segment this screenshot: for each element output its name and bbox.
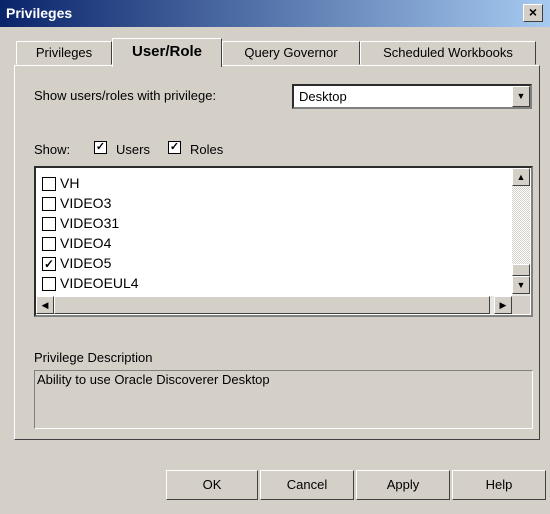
title-bar [0,0,550,27]
item-label: VIDEO31 [60,215,120,231]
tab-scheduled-workbooks[interactable]: Scheduled Workbooks [360,41,536,65]
description-text: Ability to use Oracle Discoverer Desktop [37,372,270,387]
item-label: VH [60,175,80,191]
button-label: Help [485,477,513,492]
description-box: Ability to use Oracle Discoverer Desktop [34,370,533,429]
privilege-select-value: Desktop [299,89,347,104]
tab-label: User/Role [131,43,203,60]
item-checkbox[interactable] [42,277,56,291]
button-label: Apply [386,477,420,492]
horizontal-scrollbar[interactable]: ◀ ▶ [36,296,512,314]
cancel-button[interactable]: Cancel [260,470,354,500]
scroll-right-icon[interactable]: ▶ [494,296,512,314]
tab-label: Query Governor [244,45,338,60]
item-label: VIDEO4 [60,235,112,251]
user-role-list[interactable]: VH VIDEO3 VIDEO31 VIDEO4 ✓ VIDEO5 VIDEOE… [34,166,533,317]
item-label: VIDEOEUL4 [60,275,139,291]
item-label: VIDEO3 [60,195,112,211]
item-checkbox[interactable] [42,197,56,211]
description-label: Privilege Description [34,350,153,365]
ok-button[interactable]: OK [166,470,258,500]
help-button[interactable]: Help [452,470,546,500]
privilege-select[interactable]: Desktop ▼ [292,84,532,109]
scroll-up-icon[interactable]: ▲ [512,168,530,186]
scroll-down-icon[interactable]: ▼ [512,276,530,294]
item-label: VIDEO5 [60,255,112,271]
tab-query-governor[interactable]: Query Governor [222,41,360,65]
vertical-scrollbar[interactable]: ▲ ▼ [512,168,530,296]
show-label: Show: [34,142,71,157]
item-checkbox[interactable] [42,217,56,231]
button-label: OK [202,477,222,492]
button-label: Cancel [286,477,328,492]
apply-button[interactable]: Apply [356,470,450,500]
scroll-corner [512,296,530,314]
users-label: Users [116,142,150,157]
close-icon: × [528,4,538,20]
tab-label: Scheduled Workbooks [383,45,513,60]
privilege-filter-label: Show users/roles with privilege: [34,88,217,103]
roles-checkbox[interactable]: ✓ [168,141,181,154]
item-checkbox[interactable] [42,177,56,191]
tab-label: Privileges [35,45,93,60]
tab-user-role[interactable]: User/Role [112,38,222,67]
roles-label: Roles [190,142,224,157]
scroll-thumb[interactable] [512,264,530,276]
chevron-down-icon[interactable]: ▼ [512,86,530,107]
item-checkbox[interactable]: ✓ [42,257,56,271]
scroll-track[interactable] [512,186,530,264]
tab-privileges[interactable]: Privileges [16,41,112,65]
close-button[interactable]: × [523,4,543,22]
window-title: Privileges [6,5,73,21]
item-checkbox[interactable] [42,237,56,251]
scroll-left-icon[interactable]: ◀ [36,296,54,314]
scroll-thumb[interactable] [54,296,490,314]
users-checkbox[interactable]: ✓ [94,141,107,154]
